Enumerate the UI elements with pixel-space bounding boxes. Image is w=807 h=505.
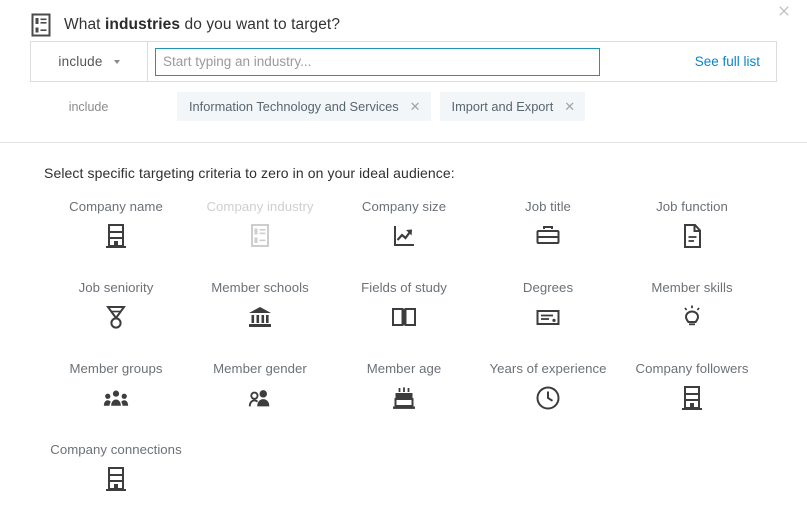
question-prefix: What bbox=[64, 16, 105, 33]
selected-tag-label: Import and Export bbox=[452, 99, 554, 114]
two-people-icon bbox=[247, 385, 273, 411]
selected-tag: Information Technology and Services ✕ bbox=[177, 92, 431, 121]
see-full-list-link[interactable]: See full list bbox=[695, 42, 776, 81]
criteria-item-degrees[interactable]: Degrees bbox=[476, 280, 620, 335]
question-keyword: industries bbox=[105, 16, 180, 33]
criteria-item-label: Company industry bbox=[188, 199, 332, 214]
criteria-item-member-groups[interactable]: Member groups bbox=[44, 361, 188, 416]
criteria-item-company-industry: Company industry bbox=[188, 199, 332, 254]
remove-tag-icon[interactable]: ✕ bbox=[410, 100, 421, 113]
cake-icon bbox=[391, 385, 417, 411]
criteria-item-member-schools[interactable]: Member schools bbox=[188, 280, 332, 335]
criteria-item-job-function[interactable]: Job function bbox=[620, 199, 764, 254]
lightbulb-icon bbox=[679, 304, 705, 330]
criteria-item-label: Member gender bbox=[188, 361, 332, 376]
criteria-item-label: Member schools bbox=[188, 280, 332, 295]
trend-chart-icon bbox=[391, 223, 417, 249]
remove-tag-icon[interactable]: ✕ bbox=[564, 100, 575, 113]
criteria-item-label: Company name bbox=[44, 199, 188, 214]
industry-filter-section: What industries do you want to target? i… bbox=[0, 0, 807, 143]
criteria-form-icon bbox=[247, 223, 273, 249]
criteria-instruction: Select specific targeting criteria to ze… bbox=[44, 165, 807, 181]
chevron-down-icon bbox=[114, 60, 120, 64]
criteria-item-label: Company connections bbox=[44, 442, 188, 457]
criteria-item-label: Years of experience bbox=[476, 361, 620, 376]
criteria-item-member-gender[interactable]: Member gender bbox=[188, 361, 332, 416]
building-icon bbox=[679, 385, 705, 411]
question-suffix: do you want to target? bbox=[180, 16, 340, 33]
people-group-icon bbox=[103, 385, 129, 411]
university-icon bbox=[247, 304, 273, 330]
selected-industries-row: include Information Technology and Servi… bbox=[30, 92, 777, 121]
medal-icon bbox=[103, 304, 129, 330]
industry-search-input[interactable] bbox=[155, 48, 600, 76]
criteria-item-label: Member groups bbox=[44, 361, 188, 376]
criteria-item-label: Job function bbox=[620, 199, 764, 214]
criteria-item-label: Job seniority bbox=[44, 280, 188, 295]
clock-icon bbox=[535, 385, 561, 411]
include-exclude-label: include bbox=[58, 54, 102, 69]
building-icon bbox=[103, 466, 129, 492]
criteria-item-label: Job title bbox=[476, 199, 620, 214]
selected-tags-list: Information Technology and Services✕Impo… bbox=[177, 92, 585, 121]
page-title: What industries do you want to target? bbox=[64, 16, 340, 34]
criteria-item-label: Company size bbox=[332, 199, 476, 214]
criteria-section: Select specific targeting criteria to ze… bbox=[0, 143, 807, 497]
criteria-item-company-followers[interactable]: Company followers bbox=[620, 361, 764, 416]
criteria-item-label: Fields of study bbox=[332, 280, 476, 295]
question-row: What industries do you want to target? bbox=[0, 0, 807, 40]
criteria-item-label: Company followers bbox=[620, 361, 764, 376]
selected-tag-label: Information Technology and Services bbox=[189, 99, 399, 114]
criteria-item-member-age[interactable]: Member age bbox=[332, 361, 476, 416]
selected-row-label: include bbox=[30, 100, 147, 114]
criteria-item-fields-of-study[interactable]: Fields of study bbox=[332, 280, 476, 335]
criteria-form-icon bbox=[30, 13, 52, 37]
document-icon bbox=[679, 223, 705, 249]
see-full-list-label: See full list bbox=[695, 54, 760, 69]
criteria-item-company-size[interactable]: Company size bbox=[332, 199, 476, 254]
criteria-item-label: Degrees bbox=[476, 280, 620, 295]
close-icon[interactable] bbox=[775, 4, 793, 22]
industry-targeting-panel: What industries do you want to target? i… bbox=[0, 0, 807, 505]
criteria-item-label: Member age bbox=[332, 361, 476, 376]
building-icon bbox=[103, 223, 129, 249]
criteria-item-years-of-experience[interactable]: Years of experience bbox=[476, 361, 620, 416]
criteria-item-job-title[interactable]: Job title bbox=[476, 199, 620, 254]
criteria-item-label: Member skills bbox=[620, 280, 764, 295]
briefcase-icon bbox=[535, 223, 561, 249]
include-exclude-dropdown[interactable]: include bbox=[31, 42, 148, 81]
criteria-item-company-connections[interactable]: Company connections bbox=[44, 442, 188, 497]
search-input-wrapper bbox=[148, 42, 695, 81]
selected-tag: Import and Export ✕ bbox=[440, 92, 586, 121]
criteria-item-job-seniority[interactable]: Job seniority bbox=[44, 280, 188, 335]
certificate-icon bbox=[535, 304, 561, 330]
criteria-grid: Company nameCompany industryCompany size… bbox=[44, 199, 807, 497]
criteria-item-company-name[interactable]: Company name bbox=[44, 199, 188, 254]
open-book-icon bbox=[391, 304, 417, 330]
industry-input-bar: include See full list bbox=[30, 41, 777, 82]
criteria-item-member-skills[interactable]: Member skills bbox=[620, 280, 764, 335]
